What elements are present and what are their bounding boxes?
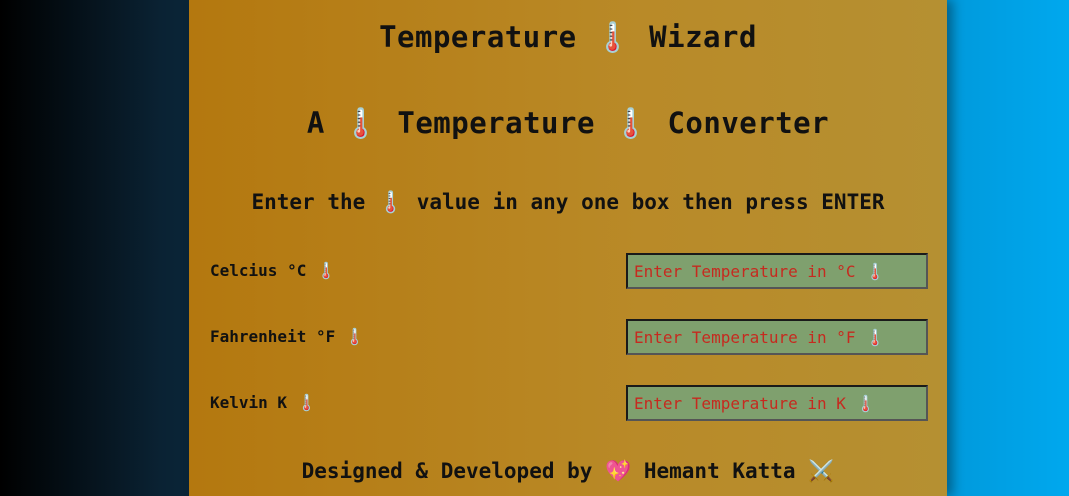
fahrenheit-row: Fahrenheit °F 🌡️ <box>189 319 947 355</box>
converter-card: Temperature 🌡️ Wizard A 🌡️ Temperature 🌡… <box>189 0 947 496</box>
page-subtitle: A 🌡️ Temperature 🌡️ Converter <box>306 106 830 140</box>
fahrenheit-label: Fahrenheit °F 🌡️ <box>210 327 365 346</box>
kelvin-row: Kelvin K 🌡️ <box>189 385 947 421</box>
kelvin-input[interactable] <box>626 385 928 421</box>
instruction-text: Enter the 🌡️ value in any one box then p… <box>251 190 885 214</box>
kelvin-label: Kelvin K 🌡️ <box>210 393 317 412</box>
celsius-row: Celcius °C 🌡️ <box>189 253 947 289</box>
celsius-input[interactable] <box>626 253 928 289</box>
page-title: Temperature 🌡️ Wizard <box>379 20 757 54</box>
celsius-label: Celcius °C 🌡️ <box>210 261 336 280</box>
fahrenheit-input[interactable] <box>626 319 928 355</box>
footer-credit: Designed & Developed by 💖 Hemant Katta ⚔… <box>301 459 835 483</box>
